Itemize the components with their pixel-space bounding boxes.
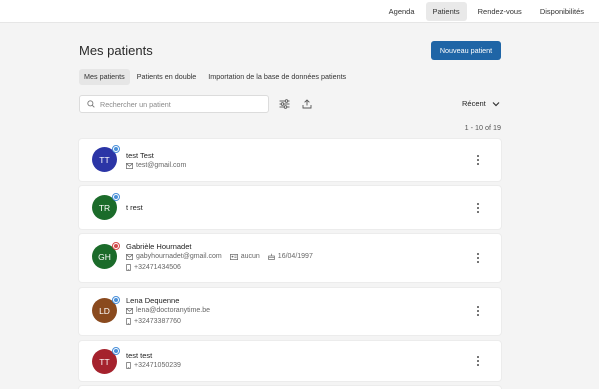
tab-importation[interactable]: Importation de la base de données patien… bbox=[203, 69, 351, 85]
patient-meta: +32471050239 bbox=[126, 362, 181, 369]
patient-name: test test bbox=[126, 351, 153, 360]
patient-name: Lena Dequenne bbox=[126, 296, 180, 305]
mail-icon bbox=[126, 253, 133, 260]
more-options-icon[interactable] bbox=[475, 305, 481, 317]
status-badge bbox=[112, 296, 120, 304]
patient-insurance: aucun bbox=[240, 253, 260, 260]
avatar: GH bbox=[92, 242, 120, 269]
phone-icon bbox=[126, 318, 131, 325]
upload-icon[interactable] bbox=[300, 97, 314, 111]
tab-patients-en-double[interactable]: Patients en double bbox=[132, 69, 202, 85]
patient-name: t rest bbox=[126, 203, 143, 212]
patient-birthdate: 16/04/1997 bbox=[277, 253, 313, 260]
patient-phone: +32471434506 bbox=[134, 264, 181, 271]
patient-card[interactable]: TR t rest bbox=[79, 186, 501, 229]
avatar: TT bbox=[92, 145, 120, 172]
mail-icon bbox=[126, 162, 133, 169]
phone-icon bbox=[126, 362, 131, 369]
more-options-icon[interactable] bbox=[475, 252, 481, 264]
pagination-info: 1 - 10 of 19 bbox=[464, 123, 501, 132]
patient-card[interactable]: LD Lena Dequenne lena@doctoranytime.be +… bbox=[79, 288, 501, 335]
patient-phone: +32471050239 bbox=[134, 362, 181, 369]
avatar: TR bbox=[92, 193, 120, 220]
status-badge bbox=[112, 145, 120, 153]
cake-icon bbox=[268, 253, 275, 260]
more-options-icon[interactable] bbox=[475, 202, 481, 214]
search-icon bbox=[87, 100, 95, 108]
sort-label: Récent bbox=[462, 99, 486, 108]
patient-meta: +32473387760 bbox=[126, 318, 181, 325]
patient-meta: +32471434506 bbox=[126, 264, 181, 271]
nav-rendez-vous[interactable]: Rendez-vous bbox=[471, 2, 529, 21]
patient-meta: test@gmail.com bbox=[126, 162, 186, 169]
patient-email: gabyhournadet@gmail.com bbox=[136, 253, 222, 260]
nav-disponibilites[interactable]: Disponibilités bbox=[533, 2, 591, 21]
patient-card[interactable]: TT test Test test@gmail.com bbox=[79, 139, 501, 181]
nav-agenda[interactable]: Agenda bbox=[382, 2, 422, 21]
status-badge bbox=[112, 347, 120, 355]
top-nav: Agenda Patients Rendez-vous Disponibilit… bbox=[382, 2, 591, 21]
more-options-icon[interactable] bbox=[475, 355, 481, 367]
patient-name: Gabrièle Hournadet bbox=[126, 242, 192, 251]
top-navigation-bar: Agenda Patients Rendez-vous Disponibilit… bbox=[0, 0, 599, 23]
patient-card[interactable]: TT test test +32471050239 bbox=[79, 341, 501, 381]
patient-card[interactable]: GH Gabrièle Hournadet gabyhournadet@gmai… bbox=[79, 234, 501, 282]
avatar: LD bbox=[92, 296, 120, 323]
patient-name: test Test bbox=[126, 151, 154, 160]
patient-tabs: Mes patients Patients en double Importat… bbox=[79, 69, 351, 85]
patient-phone: +32473387760 bbox=[134, 318, 181, 325]
mail-icon bbox=[126, 307, 133, 314]
patient-email: test@gmail.com bbox=[136, 162, 187, 169]
more-options-icon[interactable] bbox=[475, 154, 481, 166]
status-badge bbox=[112, 242, 120, 250]
sort-dropdown[interactable]: Récent bbox=[462, 99, 500, 108]
phone-icon bbox=[126, 264, 131, 271]
tab-mes-patients[interactable]: Mes patients bbox=[79, 69, 130, 85]
id-card-icon bbox=[229, 253, 238, 260]
page-title: Mes patients bbox=[79, 43, 153, 58]
patient-meta: lena@doctoranytime.be bbox=[126, 307, 210, 314]
search-box[interactable] bbox=[79, 95, 269, 113]
status-badge bbox=[112, 193, 120, 201]
search-input[interactable] bbox=[100, 99, 260, 109]
chevron-down-icon bbox=[492, 101, 500, 106]
new-patient-button[interactable]: Nouveau patient bbox=[431, 41, 501, 60]
avatar: TT bbox=[92, 347, 120, 374]
patient-email: lena@doctoranytime.be bbox=[136, 307, 211, 314]
nav-patients[interactable]: Patients bbox=[425, 2, 467, 21]
patient-meta: gabyhournadet@gmail.com aucun 16/04/1997 bbox=[126, 253, 313, 260]
sliders-icon[interactable] bbox=[277, 97, 291, 111]
